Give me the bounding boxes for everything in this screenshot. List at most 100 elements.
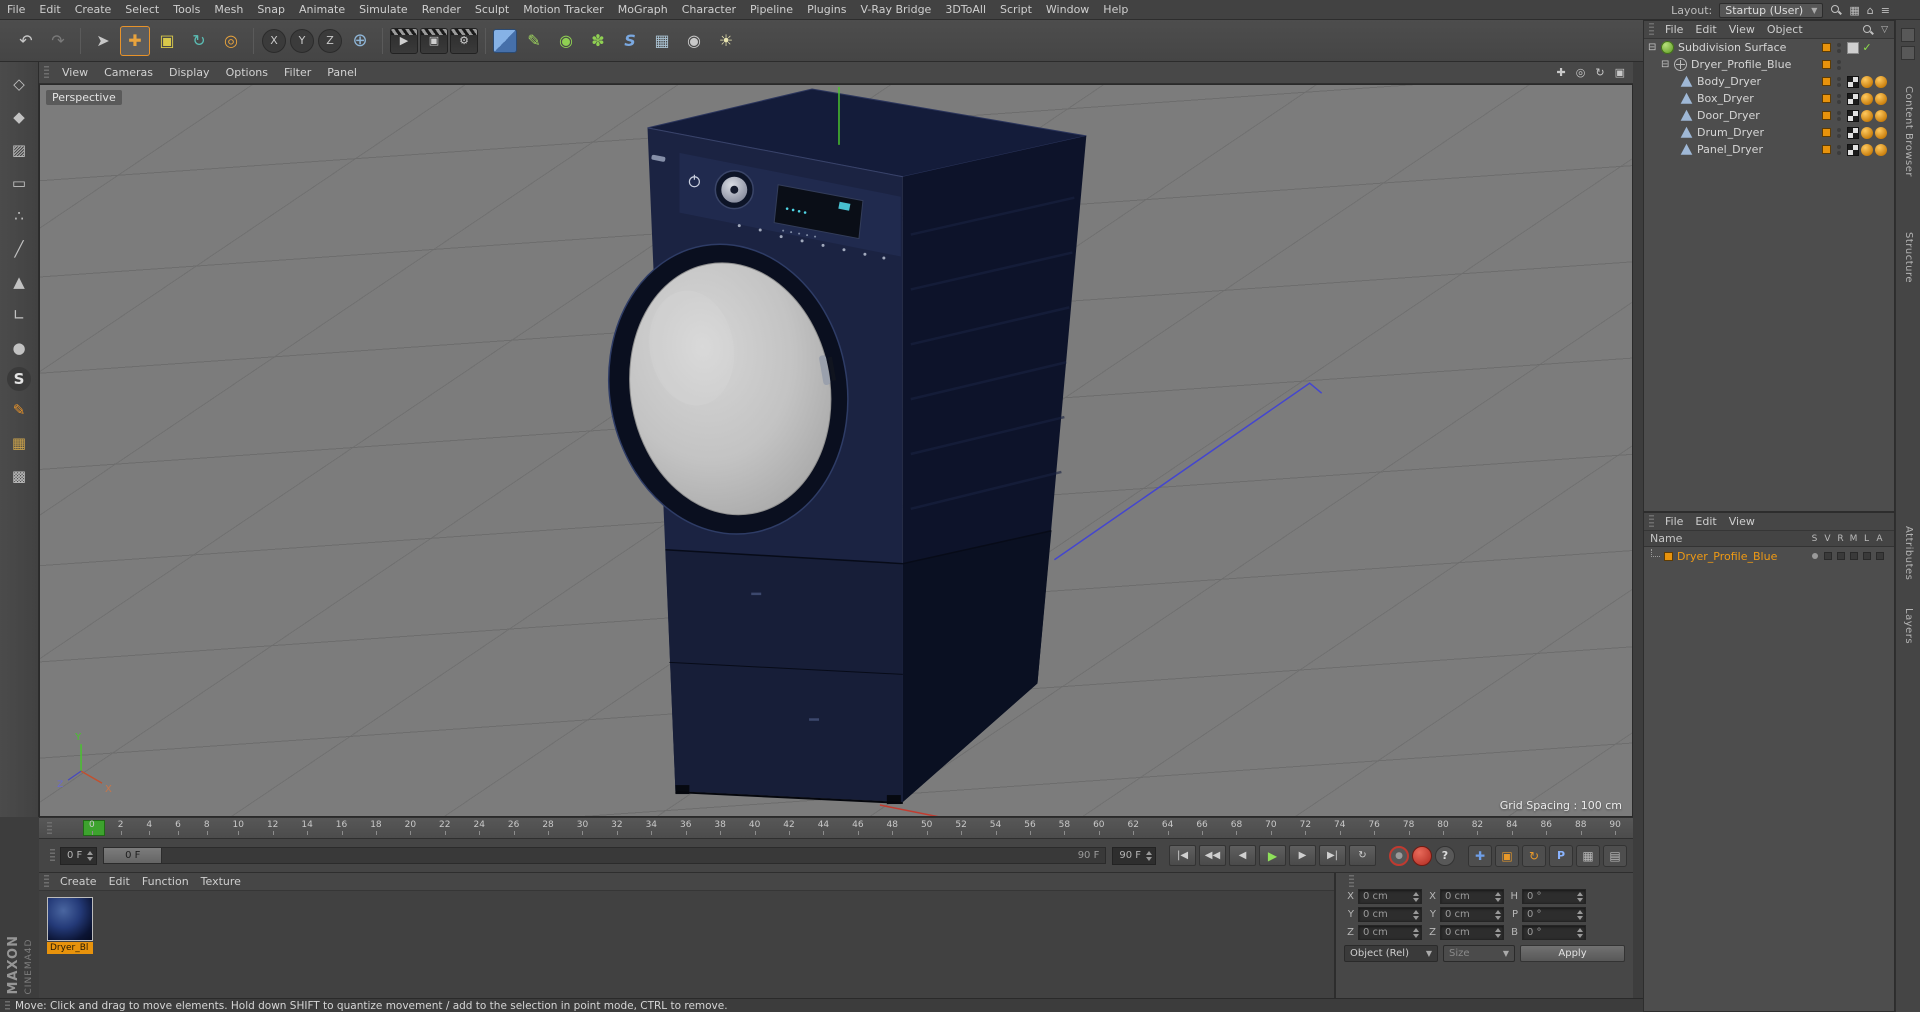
toolbar-tool[interactable]: ◉ — [551, 26, 581, 56]
goto-start[interactable]: |◀ — [1169, 845, 1196, 866]
layer-color-chip[interactable] — [1822, 94, 1831, 103]
dock-icon-1[interactable] — [1901, 28, 1915, 42]
current-frame-spinner[interactable]: 0 F — [60, 846, 98, 865]
menu-item[interactable]: Sculpt — [468, 0, 516, 19]
toolbar-tool[interactable]: ✎ — [519, 26, 549, 56]
object-row[interactable]: ⊟ Door_Dryer — [1644, 107, 1894, 124]
viewport-menu-item[interactable]: Options — [218, 66, 276, 79]
toolbar-tool[interactable]: ▣ — [152, 26, 182, 56]
layer-animation-toggle[interactable] — [1875, 552, 1884, 560]
mode-tool[interactable]: ▩ — [5, 462, 33, 490]
menu-item[interactable]: Animate — [292, 0, 352, 19]
layer-lock-toggle[interactable] — [1862, 552, 1871, 560]
drag-grip[interactable] — [50, 849, 55, 862]
texture-tag[interactable] — [1847, 41, 1859, 54]
toolbar-tool[interactable]: ➤ — [88, 26, 118, 56]
object-row[interactable]: ⊟ Dryer_Profile_Blue — [1644, 56, 1894, 73]
layer-render-toggle[interactable] — [1836, 552, 1845, 560]
record-keyframe[interactable]: ● — [1389, 845, 1409, 866]
position-field[interactable]: 0 cm — [1358, 889, 1422, 904]
record-position[interactable]: ✚ — [1468, 844, 1492, 867]
tag-3[interactable] — [1875, 126, 1887, 139]
toolbar-tool[interactable]: ▶ — [390, 27, 418, 54]
tag-2[interactable] — [1861, 75, 1873, 88]
drag-grip[interactable] — [1649, 515, 1654, 528]
apply-button[interactable]: Apply — [1520, 945, 1625, 962]
toolbar-tool[interactable]: ⊕ — [345, 26, 375, 56]
toolbar-tool[interactable]: ◎ — [216, 26, 246, 56]
tag-3[interactable] — [1875, 109, 1887, 122]
help[interactable]: ? — [1435, 845, 1455, 866]
dock-icon-2[interactable] — [1901, 46, 1915, 60]
texture-tag[interactable] — [1847, 92, 1859, 105]
mode-tool[interactable]: ◆ — [5, 103, 33, 131]
menu-item[interactable]: Pipeline — [743, 0, 800, 19]
menu-item[interactable]: Render — [415, 0, 468, 19]
texture-tag[interactable] — [1847, 109, 1859, 122]
menu-item[interactable]: 3DToAll — [938, 0, 993, 19]
mode-tool[interactable]: S — [7, 367, 31, 391]
visibility-dots[interactable] — [1837, 127, 1841, 138]
toolbar-tool[interactable]: ⚙ — [450, 27, 478, 54]
grid-icon[interactable]: ▦ — [1849, 5, 1859, 16]
drag-grip[interactable] — [47, 822, 52, 835]
menu-item[interactable]: Plugins — [800, 0, 853, 19]
tag-2[interactable] — [1861, 143, 1873, 156]
toolbar-tool[interactable] — [382, 27, 383, 54]
panel-menu-item[interactable]: View — [1723, 515, 1761, 528]
toolbar-tool[interactable] — [485, 27, 486, 54]
visibility-dots[interactable] — [1837, 76, 1841, 87]
dock-tab[interactable]: Attributes — [1903, 526, 1914, 580]
visibility-dots[interactable] — [1837, 110, 1841, 121]
tag-3[interactable] — [1875, 92, 1887, 105]
mode-tool[interactable]: ∴ — [5, 202, 33, 230]
dock-tab[interactable]: Layers — [1903, 608, 1914, 644]
record-scale[interactable]: ▣ — [1495, 844, 1519, 867]
mode-tool[interactable]: ✎ — [5, 396, 33, 424]
menu-item[interactable]: V-Ray Bridge — [853, 0, 938, 19]
drag-grip[interactable] — [44, 66, 49, 79]
layout-selector[interactable]: Startup (User) ▼ — [1719, 2, 1824, 18]
layer-solo-toggle[interactable] — [1811, 553, 1818, 559]
timeline-ruler[interactable]: 0 2 4 6 8 10 12 14 16 18 20 22 24 26 28 30 32 34 36 38 40 42 4… — [39, 817, 1633, 839]
visibility-dots[interactable] — [1837, 42, 1841, 53]
menu-item[interactable]: Select — [118, 0, 166, 19]
search-icon[interactable] — [1830, 4, 1842, 16]
goto-end[interactable]: ▶| — [1319, 845, 1346, 866]
tag-2[interactable] — [1861, 42, 1873, 54]
dryer-3d-model[interactable] — [586, 88, 1087, 805]
layer-color-chip[interactable] — [1822, 111, 1831, 120]
viewport-menu-item[interactable]: Filter — [276, 66, 319, 79]
rotation-field[interactable]: 0 ° — [1522, 889, 1586, 904]
toolbar-tool[interactable] — [493, 28, 517, 53]
panel-menu-item[interactable]: Edit — [103, 875, 136, 888]
tag-2[interactable] — [1861, 109, 1873, 122]
viewport-menu-item[interactable]: Panel — [319, 66, 365, 79]
layer-view-toggle[interactable] — [1823, 552, 1832, 560]
panel-menu-item[interactable]: Object — [1761, 23, 1809, 36]
toolbar-tool[interactable]: ▦ — [647, 26, 677, 56]
material-item[interactable]: Dryer_Bl — [47, 897, 95, 954]
play-mode[interactable]: ↻ — [1349, 845, 1376, 866]
search-icon[interactable] — [1862, 24, 1874, 36]
menu-item[interactable]: Character — [675, 0, 743, 19]
menu-item[interactable]: Mesh — [207, 0, 250, 19]
panel-menu-item[interactable]: Create — [54, 875, 103, 888]
material-preview-sphere[interactable] — [47, 897, 93, 941]
size-field[interactable]: 0 cm — [1440, 907, 1504, 922]
camera-label[interactable]: Perspective — [46, 90, 122, 105]
previous-frame[interactable]: ◀ — [1229, 845, 1256, 866]
menu-item[interactable]: Create — [68, 0, 119, 19]
layer-color-chip[interactable] — [1822, 77, 1831, 86]
record-parameter[interactable]: P — [1549, 844, 1573, 867]
size-mode-dropdown[interactable]: Size ▼ — [1443, 945, 1515, 962]
maximize-view-icon[interactable]: ▣ — [1615, 66, 1625, 79]
viewport-menu-item[interactable]: Cameras — [96, 66, 161, 79]
texture-tag[interactable] — [1847, 75, 1859, 88]
object-row[interactable]: ⊟ Drum_Dryer — [1644, 124, 1894, 141]
menu-item[interactable]: Simulate — [352, 0, 415, 19]
visibility-dots[interactable] — [1837, 59, 1841, 70]
texture-tag[interactable] — [1847, 126, 1859, 139]
rotate-view-icon[interactable]: ↻ — [1595, 66, 1604, 79]
toolbar-tool[interactable]: S — [615, 26, 645, 56]
